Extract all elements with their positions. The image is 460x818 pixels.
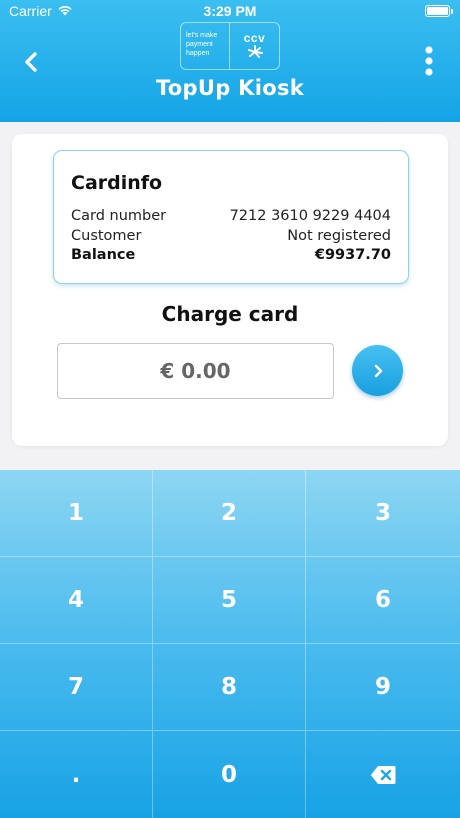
key-3[interactable]: 3 — [306, 470, 460, 557]
clock: 3:29 PM — [203, 3, 257, 19]
key-backspace[interactable] — [306, 731, 460, 818]
status-bar: Carrier 3:29 PM — [0, 0, 460, 24]
customer-label: Customer — [71, 228, 142, 244]
numeric-keypad: 1 2 3 4 5 6 7 8 9 . 0 — [0, 470, 460, 818]
key-1[interactable]: 1 — [0, 470, 153, 557]
app-header: Carrier 3:29 PM let's make payment happe… — [0, 0, 460, 122]
more-options-button[interactable] — [414, 44, 444, 78]
chevron-right-icon — [374, 364, 382, 377]
charge-panel: Cardinfo Card number 7212 3610 9229 4404… — [12, 134, 448, 446]
balance-label: Balance — [71, 247, 136, 263]
logo-brand: ccv — [230, 22, 280, 70]
battery-icon — [425, 5, 453, 17]
back-button[interactable] — [16, 48, 46, 76]
amount-input[interactable]: € 0.00 — [57, 343, 334, 399]
logo-tagline: let's make payment happen — [180, 22, 230, 70]
key-9[interactable]: 9 — [306, 644, 460, 731]
key-4[interactable]: 4 — [0, 557, 153, 644]
customer-row: Customer Not registered — [71, 228, 391, 248]
card-info-title: Cardinfo — [71, 172, 163, 194]
key-5[interactable]: 5 — [153, 557, 306, 644]
chevron-left-icon — [25, 52, 37, 72]
key-7[interactable]: 7 — [0, 644, 153, 731]
sparkle-icon — [247, 45, 263, 58]
card-info-box: Cardinfo Card number 7212 3610 9229 4404… — [53, 150, 409, 284]
card-number-value: 7212 3610 9229 4404 — [229, 208, 391, 224]
charge-card-label: Charge card — [161, 302, 299, 326]
card-number-label: Card number — [71, 208, 167, 224]
key-8[interactable]: 8 — [153, 644, 306, 731]
key-2[interactable]: 2 — [153, 470, 306, 557]
key-0[interactable]: 0 — [153, 731, 306, 818]
customer-value: Not registered — [287, 228, 391, 244]
key-6[interactable]: 6 — [306, 557, 460, 644]
card-number-row: Card number 7212 3610 9229 4404 — [71, 208, 391, 228]
confirm-charge-button[interactable] — [352, 345, 403, 396]
logo-brand-text: ccv — [243, 31, 266, 45]
page-title: TopUp Kiosk — [155, 76, 305, 100]
backspace-icon — [370, 765, 396, 784]
key-decimal[interactable]: . — [0, 731, 153, 818]
balance-value: €9937.70 — [314, 247, 391, 263]
more-vertical-icon — [425, 46, 433, 76]
balance-row: Balance €9937.70 — [71, 247, 391, 267]
ccv-logo: let's make payment happen ccv — [180, 22, 280, 70]
